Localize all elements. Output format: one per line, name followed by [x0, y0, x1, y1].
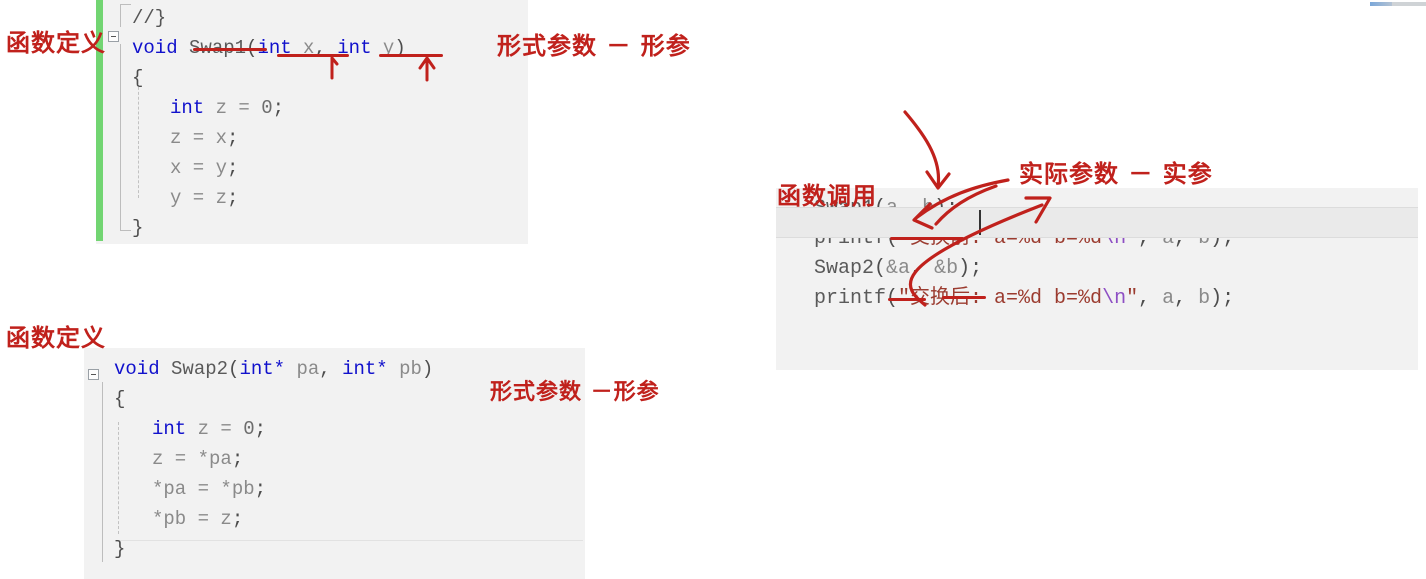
code-token: *pa = *pb	[152, 478, 255, 500]
annotation-def-label-bottom: 函数定义	[6, 324, 106, 352]
code-line[interactable]: int z = 0;	[96, 93, 528, 123]
underline-call-args-amp-b	[942, 296, 986, 299]
code-token: ,	[1138, 287, 1163, 310]
current-line-bottom-border	[776, 237, 1418, 238]
code-token: int*	[239, 358, 286, 380]
code-token: pa	[285, 358, 320, 380]
annotation-formal-param-top: 形式参数 － 形参	[497, 32, 691, 60]
code-token: b	[1198, 287, 1211, 310]
code-token: "交换后: a=%d b=%d	[898, 287, 1103, 310]
code-token: pb	[387, 358, 422, 380]
code-token: }	[114, 538, 126, 560]
indent-guide-swap1	[138, 82, 139, 198]
code-token: void	[132, 37, 190, 59]
code-token: z = *pa	[152, 448, 232, 470]
code-line[interactable]: z = *pa;	[84, 444, 585, 474]
code-line[interactable]: Swap2(&a, &b);	[776, 254, 1418, 284]
code-token: 0	[261, 97, 273, 119]
code-block-bracket-swap2	[102, 382, 111, 562]
code-token: ;	[254, 418, 267, 440]
code-line[interactable]: y = z;	[96, 183, 528, 213]
current-line-highlight	[776, 208, 1418, 237]
fold-toggle-swap1[interactable]	[108, 31, 119, 42]
code-line[interactable]: z = x;	[96, 123, 528, 153]
underline-call-args-ab	[890, 237, 964, 240]
code-line[interactable]: //}	[96, 3, 528, 33]
code-token: )	[421, 358, 434, 380]
code-token: int	[170, 97, 205, 119]
code-token: ;	[272, 97, 285, 119]
code-token: *pb = z	[152, 508, 232, 530]
underline-int-x	[277, 54, 349, 57]
code-token: "	[1126, 287, 1139, 310]
code-token: ;	[254, 478, 267, 500]
code-token: &a	[886, 257, 911, 280]
code-line[interactable]: *pa = *pb;	[84, 474, 585, 504]
code-token: }	[132, 217, 144, 239]
code-line[interactable]: void Swap1(int x, int y)	[96, 33, 528, 63]
code-token: printf	[814, 287, 887, 310]
code-token: Swap2	[814, 257, 875, 280]
code-token: Swap2	[171, 358, 229, 380]
code-token: x = y	[170, 157, 228, 179]
text-caret	[979, 210, 981, 235]
code-line[interactable]: {	[96, 63, 528, 93]
code-token: y = z	[170, 187, 228, 209]
code-line[interactable]: printf("交换后: a=%d b=%d\n", a, b);	[776, 284, 1418, 314]
code-panel-swap1[interactable]: //}void Swap1(int x, int y){int z = 0;z …	[96, 0, 528, 244]
code-token: ,	[910, 257, 935, 280]
underline-swap1-name	[193, 48, 267, 51]
code-token: ;	[231, 508, 244, 530]
code-token: z =	[186, 418, 244, 440]
code-token: ;	[227, 157, 239, 179]
code-line[interactable]: x = y;	[96, 153, 528, 183]
code-token: z =	[204, 97, 262, 119]
code-token: int	[152, 418, 187, 440]
code-token: void	[114, 358, 172, 380]
fold-toggle-swap2[interactable]	[88, 369, 99, 380]
code-token: );	[1210, 287, 1235, 310]
annotation-formal-param-bottom: 形式参数 －形参	[490, 380, 660, 405]
code-token: z = x	[170, 127, 228, 149]
code-block-bracket-swap1-top	[120, 4, 131, 27]
code-token: ;	[227, 187, 239, 209]
code-token: );	[958, 257, 983, 280]
code-line[interactable]: }	[96, 213, 528, 243]
code-line[interactable]: int z = 0;	[84, 414, 585, 444]
code-token: 0	[243, 418, 255, 440]
code-token: ;	[227, 127, 239, 149]
code-token: //}	[132, 7, 167, 29]
code-token: &b	[934, 257, 959, 280]
code-token: a	[1162, 287, 1175, 310]
code-block-bracket-swap1-bottom	[120, 44, 131, 231]
underline-int-y	[379, 54, 443, 57]
code-token: (	[874, 257, 887, 280]
code-token: ;	[231, 448, 244, 470]
panel2-separator	[120, 540, 583, 541]
code-line[interactable]: }	[84, 534, 585, 564]
annotation-actual-param: 实际参数 － 实参	[1019, 160, 1213, 188]
underline-call-args-amp-a	[888, 298, 926, 301]
code-token: int*	[342, 358, 388, 380]
code-token: ,	[319, 358, 343, 380]
code-token: (	[228, 358, 240, 380]
annotation-def-label-top: 函数定义	[6, 29, 106, 57]
code-token: \n	[1102, 287, 1127, 310]
arrow-curve-to-a	[903, 110, 951, 190]
indent-guide-swap2	[118, 422, 119, 534]
code-token: ,	[1174, 287, 1199, 310]
scrollbar-track-fragment[interactable]	[1392, 2, 1426, 6]
annotation-call-label: 函数调用	[777, 182, 877, 210]
code-line[interactable]: *pb = z;	[84, 504, 585, 534]
code-token: {	[114, 388, 126, 410]
